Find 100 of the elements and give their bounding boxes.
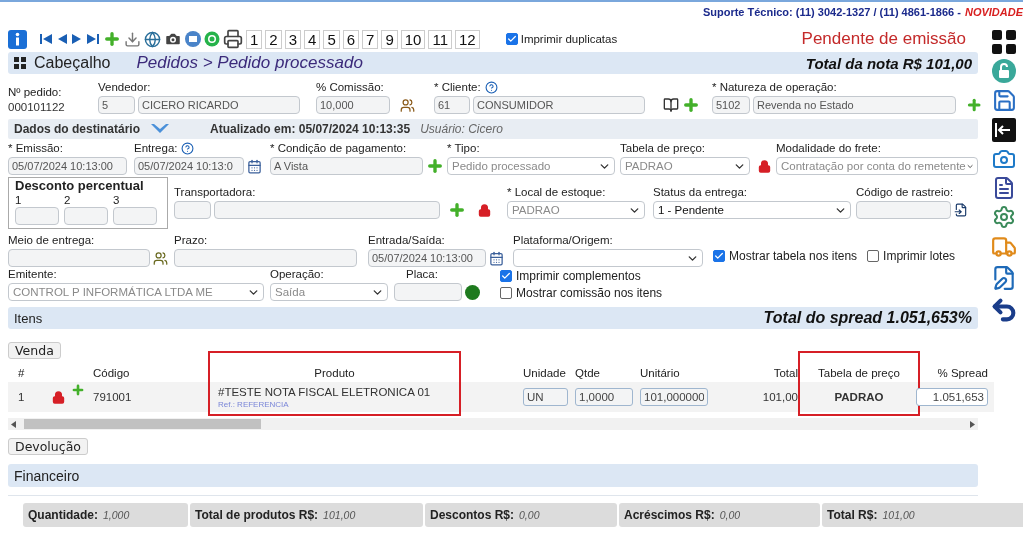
field-label: 3	[113, 193, 121, 207]
checkbox[interactable]	[713, 249, 725, 262]
calendar-icon[interactable]	[247, 158, 262, 174]
chat-icon[interactable]	[204, 31, 220, 47]
total-label: Total de produtos R$:	[195, 508, 319, 522]
field-label: * Emissão:	[8, 141, 64, 155]
plus-icon[interactable]	[965, 96, 982, 114]
document-icon[interactable]	[954, 203, 968, 217]
document-icon[interactable]	[992, 176, 1016, 200]
plus-icon[interactable]	[103, 30, 121, 48]
checkbox[interactable]	[505, 33, 518, 45]
plus-icon[interactable]	[70, 383, 85, 397]
lock-icon[interactable]	[992, 59, 1016, 83]
input-field[interactable]: 5102	[712, 96, 750, 114]
lock-icon[interactable]	[758, 159, 771, 173]
globe-icon[interactable]	[144, 30, 161, 48]
lock-icon[interactable]	[478, 203, 491, 217]
checkbox[interactable]	[500, 269, 512, 282]
checkbox-label: Mostrar comissão nos itens	[516, 285, 663, 300]
input-field[interactable]	[15, 207, 59, 225]
input-field[interactable]: Revenda no Estado	[753, 96, 956, 114]
input-field[interactable]	[113, 207, 157, 225]
input-field[interactable]: CONSUMIDOR	[473, 96, 645, 114]
last-page-icon[interactable]	[87, 33, 100, 45]
page-button[interactable]: 6	[342, 29, 360, 49]
input-field[interactable]: 101,000000	[640, 388, 708, 406]
camera-icon[interactable]	[164, 30, 182, 48]
people-icon[interactable]	[153, 250, 168, 266]
people-icon[interactable]	[400, 97, 415, 113]
scrollbar[interactable]	[8, 418, 978, 430]
page-button[interactable]: 10	[400, 29, 426, 49]
input-field[interactable]	[174, 201, 211, 219]
plus-icon[interactable]	[426, 157, 444, 175]
page-button[interactable]: 12	[455, 29, 480, 49]
page-button[interactable]: 2	[265, 29, 282, 49]
input-field[interactable]	[856, 201, 951, 219]
page-button[interactable]: 1	[246, 29, 263, 49]
table-cell: PADRAO	[834, 391, 884, 403]
help-icon[interactable]	[181, 141, 195, 155]
input-field[interactable]	[394, 283, 462, 301]
plus-icon[interactable]	[448, 201, 466, 219]
help-icon[interactable]	[484, 80, 498, 94]
dropdown[interactable]: 1 - Pendente	[653, 201, 851, 219]
input-field[interactable]: 1,0000	[575, 388, 633, 406]
page-button[interactable]: 3	[284, 29, 302, 49]
status-text: Pendente de emissão	[801, 29, 966, 49]
input-field[interactable]: UN	[523, 388, 568, 406]
total-text: Total do spread 1.051,653%	[763, 309, 972, 327]
tab-button[interactable]: Devolução	[8, 438, 88, 455]
exit-icon[interactable]	[992, 118, 1016, 142]
tab-button[interactable]: Venda	[8, 342, 61, 359]
page-button[interactable]: 7	[362, 29, 379, 49]
scroll-right-icon[interactable]	[970, 420, 975, 428]
grid-icon[interactable]	[992, 30, 1016, 54]
input-field[interactable]: CICERO RICARDO	[138, 96, 300, 114]
total-value: 1,000	[103, 509, 130, 521]
field-label: Emitente:	[8, 267, 58, 281]
column-header: Código	[93, 367, 130, 379]
save-icon[interactable]	[991, 88, 1017, 113]
input-field[interactable]	[64, 207, 108, 225]
info-icon[interactable]	[8, 29, 27, 49]
column-header: #	[18, 367, 25, 379]
input-field[interactable]: 05/07/2024 10:13:00	[8, 157, 127, 175]
checkbox[interactable]	[500, 286, 512, 299]
checkbox[interactable]	[867, 249, 880, 262]
total-value: 0,00	[719, 509, 741, 521]
news-link[interactable]: NOVIDADE	[964, 6, 1023, 18]
page-button[interactable]: 11	[428, 29, 452, 49]
undo-icon[interactable]	[990, 296, 1018, 324]
scroll-left-icon[interactable]	[11, 420, 16, 428]
download-icon[interactable]	[124, 30, 141, 48]
camera-icon[interactable]	[992, 147, 1016, 171]
book-icon[interactable]	[663, 97, 679, 113]
printer-icon[interactable]	[223, 29, 243, 49]
calendar-icon[interactable]	[489, 250, 504, 266]
page-button[interactable]: 5	[323, 29, 340, 49]
input-field[interactable]: 1.051,653	[916, 388, 988, 406]
page-button[interactable]: 9	[381, 29, 398, 49]
input-field[interactable]: 05/07/2024 10:13:00	[368, 249, 486, 267]
lock-icon[interactable]	[51, 390, 65, 404]
input-field[interactable]: 5	[98, 96, 135, 114]
input-field[interactable]: 05/07/2024 10:13:0	[134, 157, 244, 175]
edit-icon[interactable]	[991, 265, 1017, 291]
input-field[interactable]	[174, 249, 357, 267]
field-label: Código de rastreio:	[856, 185, 955, 199]
input-field[interactable]: 61	[434, 96, 470, 114]
input-field[interactable]: A Vista	[270, 157, 423, 175]
gear-icon[interactable]	[992, 205, 1016, 229]
input-field[interactable]: 10,000	[316, 96, 390, 114]
input-field[interactable]	[214, 201, 440, 219]
page-button[interactable]: 4	[304, 29, 321, 49]
column-header: % Spread	[937, 367, 988, 379]
first-page-icon[interactable]	[39, 33, 52, 45]
chevron-icon[interactable]	[150, 123, 171, 135]
scroll-thumb[interactable]	[24, 419, 261, 429]
input-field[interactable]	[8, 249, 150, 267]
truck-icon[interactable]	[991, 234, 1017, 260]
mail-icon[interactable]	[185, 31, 201, 47]
breadcrumb: Pedidos > Pedido processado	[136, 53, 363, 73]
column-header: Total	[773, 367, 798, 379]
